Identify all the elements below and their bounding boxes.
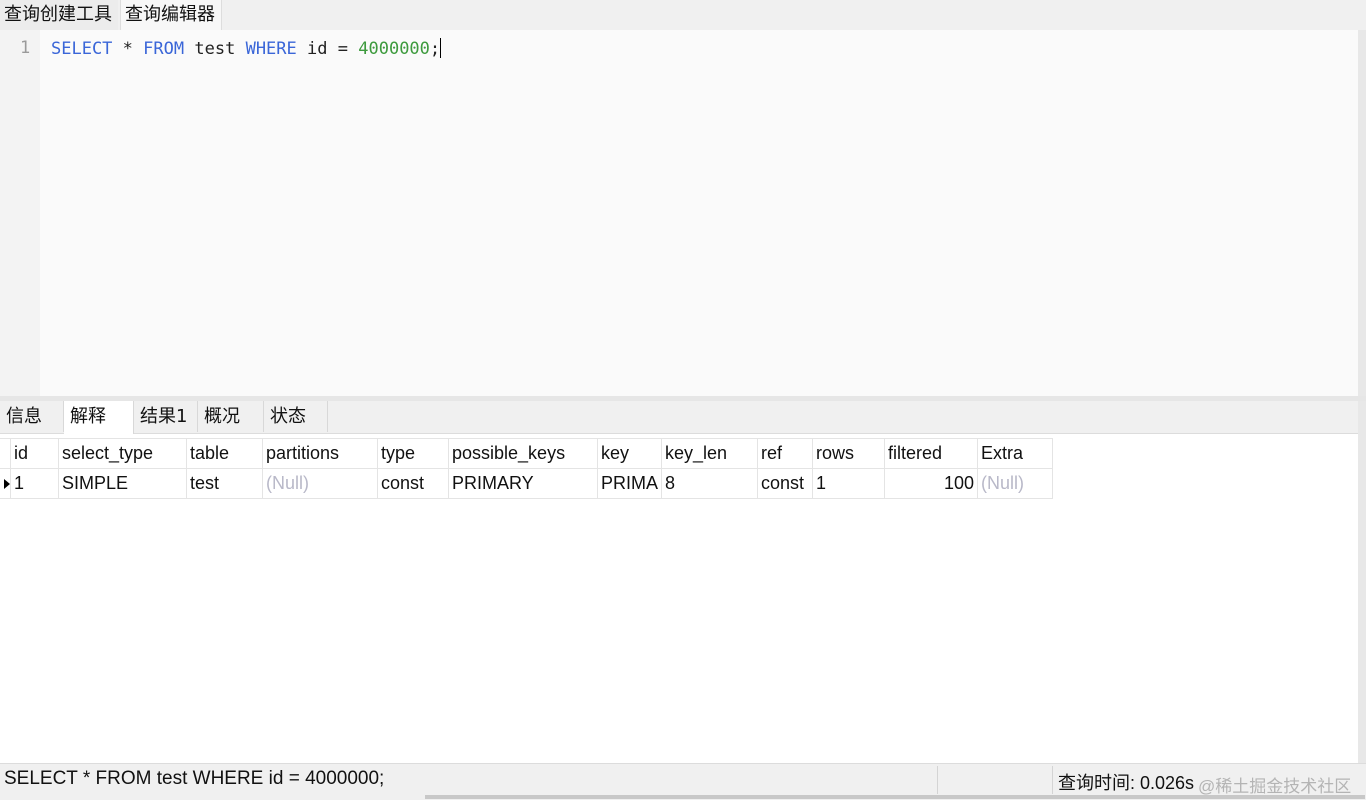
keyword-where: WHERE bbox=[245, 39, 297, 59]
col-header-id[interactable]: id bbox=[10, 438, 59, 469]
tab-query-builder[interactable]: 查询创建工具 bbox=[0, 0, 118, 30]
text-caret bbox=[440, 38, 442, 58]
code-line[interactable]: SELECT * FROM test WHERE id = 4000000; bbox=[51, 38, 442, 59]
col-header-table[interactable]: table bbox=[186, 438, 263, 469]
table-row[interactable]: 1 SIMPLE test (Null) const PRIMARY PRIMA… bbox=[0, 468, 1054, 499]
editor-scrollbar[interactable] bbox=[1358, 30, 1366, 396]
tab-explain[interactable]: 解释 bbox=[64, 401, 134, 434]
col-header-type[interactable]: type bbox=[377, 438, 449, 469]
query-time: 查询时间: 0.026s bbox=[1058, 773, 1195, 793]
header-row: id select_type table partitions type pos… bbox=[0, 438, 1054, 469]
line-number: 1 bbox=[20, 38, 31, 58]
horizontal-scrollbar[interactable] bbox=[425, 795, 1365, 799]
col-header-key[interactable]: key bbox=[596, 438, 663, 469]
token-semicolon: ; bbox=[429, 39, 441, 59]
cell-ref[interactable]: const bbox=[757, 468, 814, 499]
col-header-ref[interactable]: ref bbox=[757, 438, 814, 469]
tab-info[interactable]: 信息 bbox=[0, 401, 64, 432]
tab-status[interactable]: 状态 bbox=[264, 401, 328, 432]
top-tab-bar: 查询创建工具 查询编辑器 bbox=[0, 0, 1366, 30]
status-sql-text: SELECT * FROM test WHERE id = 4000000; bbox=[4, 768, 385, 789]
token-number: 4000000 bbox=[358, 39, 430, 59]
col-header-filtered[interactable]: filtered bbox=[884, 438, 979, 469]
keyword-select: SELECT bbox=[51, 39, 113, 59]
sql-editor[interactable]: 1 SELECT * FROM test WHERE id = 4000000; bbox=[0, 30, 1358, 396]
result-tab-bar: 信息 解释 结果1 概况 状态 bbox=[0, 401, 1358, 434]
row-indicator-header bbox=[0, 438, 11, 469]
line-number-gutter: 1 bbox=[0, 30, 40, 396]
col-header-rows[interactable]: rows bbox=[812, 438, 886, 469]
cell-type[interactable]: const bbox=[377, 468, 449, 499]
tab-profile[interactable]: 概况 bbox=[198, 401, 264, 432]
token-star: * bbox=[122, 39, 133, 59]
tab-query-editor[interactable]: 查询编辑器 bbox=[120, 0, 222, 30]
results-scrollbar[interactable] bbox=[1358, 401, 1366, 763]
cell-table[interactable]: test bbox=[186, 468, 263, 499]
status-divider bbox=[937, 766, 938, 794]
cell-key-len[interactable]: 8 bbox=[661, 468, 759, 499]
cell-extra[interactable]: (Null) bbox=[977, 468, 1054, 499]
cell-select-type[interactable]: SIMPLE bbox=[58, 468, 187, 499]
col-header-key-len[interactable]: key_len bbox=[661, 438, 759, 469]
token-equals: = bbox=[337, 39, 348, 59]
col-header-select-type[interactable]: select_type bbox=[58, 438, 187, 469]
keyword-from: FROM bbox=[143, 39, 185, 59]
cell-partitions[interactable]: (Null) bbox=[262, 468, 378, 499]
cell-possible-keys[interactable]: PRIMARY bbox=[448, 468, 598, 499]
col-header-extra[interactable]: Extra bbox=[977, 438, 1054, 469]
tab-result1[interactable]: 结果1 bbox=[134, 401, 198, 432]
cell-filtered[interactable]: 100 bbox=[884, 468, 979, 499]
col-header-partitions[interactable]: partitions bbox=[262, 438, 378, 469]
cell-rows[interactable]: 1 bbox=[812, 468, 886, 499]
status-divider bbox=[1052, 766, 1053, 794]
watermark: @稀土掘金技术社区 bbox=[1198, 777, 1352, 796]
row-indicator bbox=[0, 468, 11, 499]
current-row-icon bbox=[4, 479, 10, 489]
token-table: test bbox=[194, 39, 236, 59]
explain-grid: id select_type table partitions type pos… bbox=[0, 438, 1054, 499]
cell-id[interactable]: 1 bbox=[10, 468, 59, 499]
cell-key[interactable]: PRIMA bbox=[596, 468, 663, 499]
token-column: id bbox=[307, 39, 328, 59]
col-header-possible-keys[interactable]: possible_keys bbox=[448, 438, 598, 469]
